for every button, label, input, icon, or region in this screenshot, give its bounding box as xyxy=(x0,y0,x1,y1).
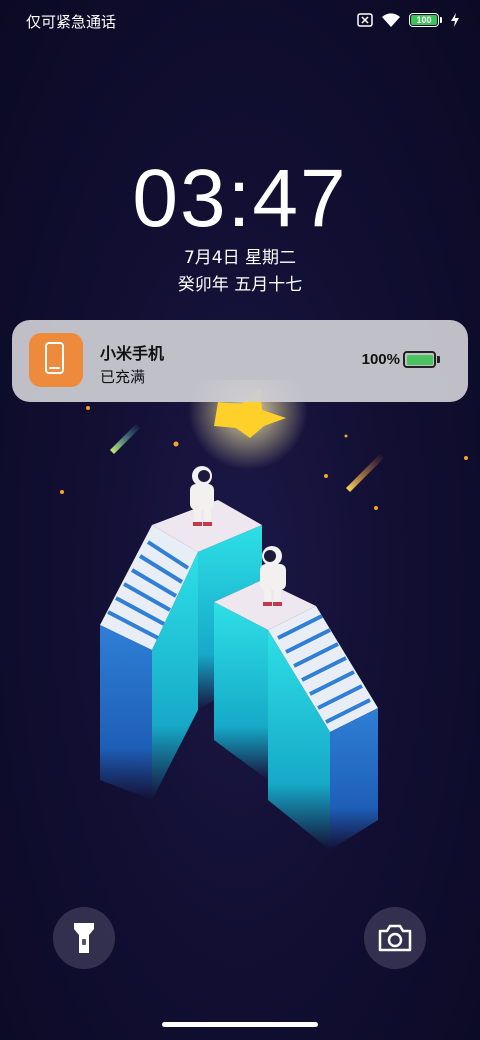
right-staircase xyxy=(214,580,378,850)
meteor-right xyxy=(346,454,384,492)
battery-level-text: 100 xyxy=(416,15,432,25)
notification-battery-percent: 100% xyxy=(361,351,400,368)
meteor-left xyxy=(110,424,140,454)
flashlight-button[interactable] xyxy=(53,907,115,969)
lockscreen-clock: 03:47 xyxy=(132,153,348,244)
camera-icon xyxy=(378,924,412,952)
home-indicator[interactable] xyxy=(162,1022,318,1027)
battery-icon: 100 xyxy=(409,13,439,27)
battery-nub xyxy=(440,17,442,23)
carrier-text: 仅可紧急通话 xyxy=(26,13,117,31)
notification-battery-nub xyxy=(437,356,440,363)
charging-bolt-icon xyxy=(451,13,459,27)
notification-title: 小米手机 xyxy=(100,344,165,363)
phone-icon xyxy=(29,333,83,387)
lockscreen-lunar-date: 癸卯年 五月十七 xyxy=(177,275,303,295)
status-icons: 100 xyxy=(357,12,460,28)
status-bar: 仅可紧急通话 100 xyxy=(0,0,480,44)
notification-battery-icon xyxy=(403,351,436,368)
wallpaper-illustration xyxy=(60,380,468,850)
charging-notification[interactable]: 小米手机 已充满 100% xyxy=(12,320,468,402)
flashlight-icon xyxy=(74,923,94,953)
lockscreen-date: 7月4日 星期二 xyxy=(183,248,297,268)
wifi-icon xyxy=(382,13,400,27)
camera-button[interactable] xyxy=(364,907,426,969)
left-staircase xyxy=(100,525,198,800)
no-sim-icon xyxy=(357,13,373,27)
notification-subtitle: 已充满 xyxy=(100,368,146,386)
